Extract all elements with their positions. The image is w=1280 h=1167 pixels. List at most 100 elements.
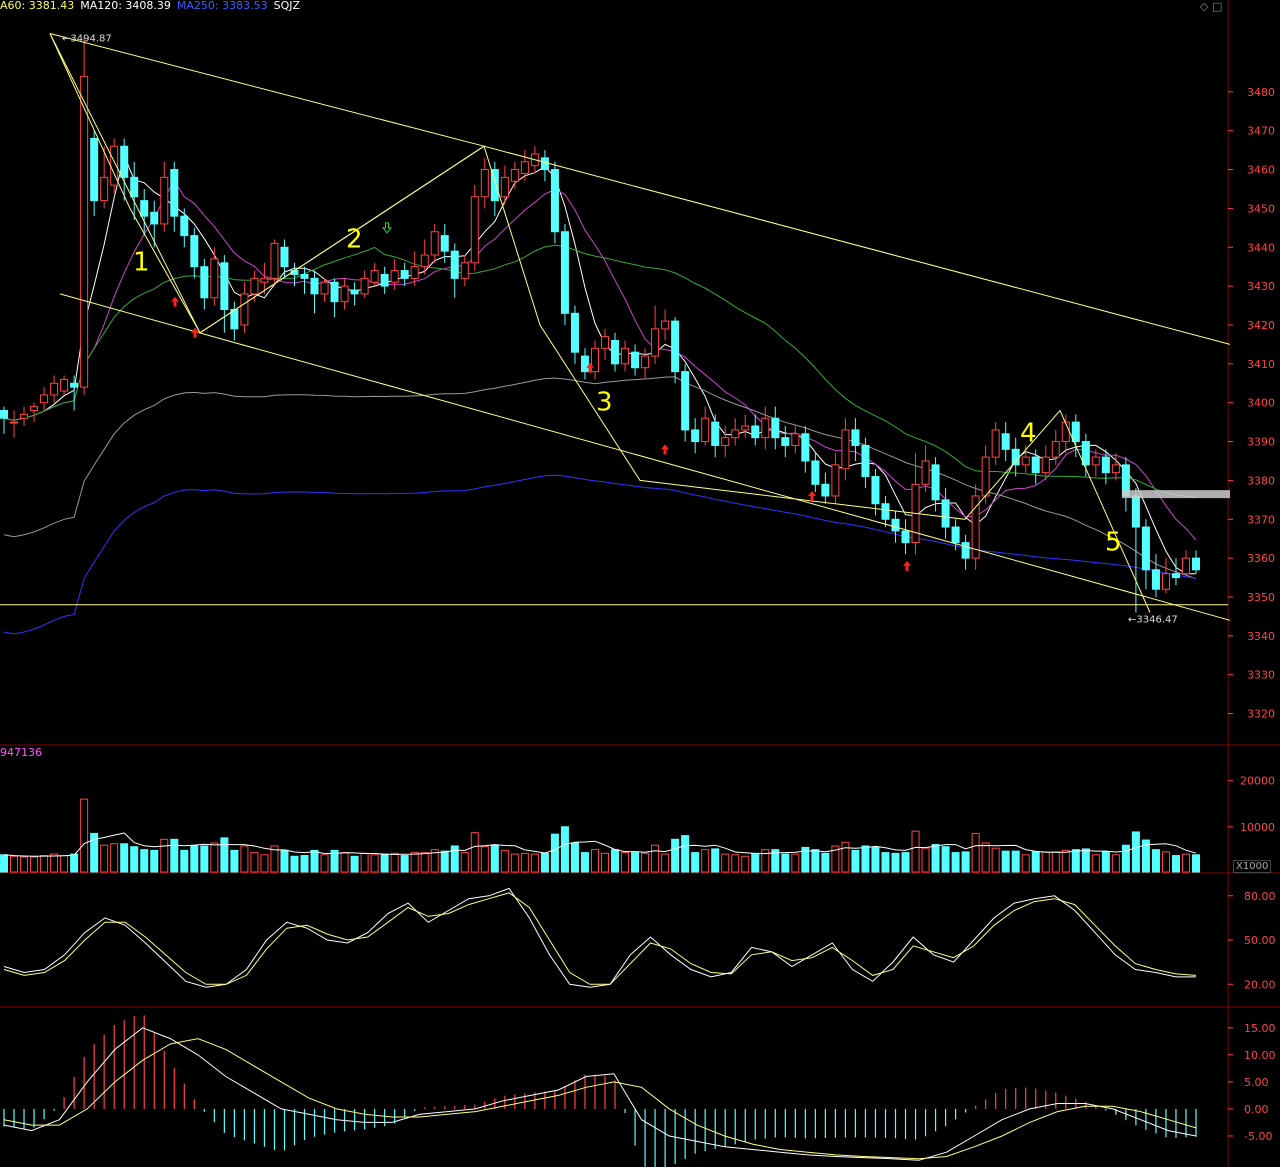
candle-body bbox=[320, 281, 329, 295]
candle-body bbox=[500, 176, 509, 198]
candle-body bbox=[390, 270, 399, 283]
candle-body bbox=[1031, 456, 1040, 474]
ma60-label: A60: 3381.43 bbox=[0, 0, 75, 12]
candle-body bbox=[460, 262, 469, 279]
volume-bar bbox=[250, 852, 259, 873]
candle-body bbox=[250, 277, 259, 295]
macd-tick-label: 10.00 bbox=[1244, 1049, 1276, 1062]
price-tick-label: 3450 bbox=[1247, 202, 1275, 215]
candle-body bbox=[871, 476, 880, 505]
candle-body bbox=[260, 277, 269, 283]
price-tick-label: 3380 bbox=[1247, 474, 1275, 487]
volume-bar bbox=[130, 846, 139, 873]
volume-bar bbox=[1031, 851, 1040, 873]
volume-bar bbox=[1131, 831, 1140, 873]
volume-bar bbox=[1101, 851, 1110, 873]
candle-body bbox=[410, 266, 419, 279]
candle-body bbox=[651, 328, 660, 357]
volume-bar bbox=[290, 855, 299, 873]
price-tick-label: 3320 bbox=[1247, 708, 1275, 721]
candle-body bbox=[450, 250, 459, 279]
volume-bar bbox=[280, 849, 289, 873]
candle-body bbox=[370, 270, 379, 283]
volume-bar bbox=[1011, 850, 1020, 873]
candle-body bbox=[921, 460, 930, 485]
candle-body bbox=[791, 433, 800, 446]
volume-bar bbox=[40, 855, 49, 873]
volume-bar bbox=[440, 850, 449, 873]
volume-bar bbox=[480, 846, 489, 873]
volume-bar bbox=[360, 852, 369, 873]
volume-bar bbox=[510, 853, 519, 873]
volume-bar bbox=[160, 838, 169, 873]
candle-body bbox=[1011, 448, 1020, 466]
candle-body bbox=[811, 460, 820, 485]
volume-bar bbox=[470, 832, 479, 873]
candle-body bbox=[210, 258, 219, 299]
diamond-icon[interactable]: ◇ bbox=[1200, 0, 1208, 13]
volume-bar bbox=[1051, 851, 1060, 873]
volume-bar bbox=[460, 852, 469, 873]
stock-chart[interactable]: 3320333033403350336033703380339034003410… bbox=[0, 0, 1280, 1167]
osc-line bbox=[3, 892, 1197, 985]
candle-body bbox=[641, 355, 650, 369]
up-arrow-icon bbox=[808, 490, 816, 501]
candle-body bbox=[1051, 441, 1060, 458]
volume-bar bbox=[661, 853, 670, 873]
candle-body bbox=[831, 464, 840, 497]
macd-tick-label: 5.00 bbox=[1244, 1076, 1269, 1089]
candle-body bbox=[801, 433, 810, 462]
volume-bar bbox=[180, 849, 189, 873]
square-icon[interactable]: □ bbox=[1212, 0, 1222, 13]
price-tick-label: 3440 bbox=[1247, 241, 1275, 254]
volume-bar bbox=[50, 853, 59, 873]
volume-bar bbox=[901, 852, 910, 873]
wave-label: 4 bbox=[1020, 419, 1037, 449]
candle-body bbox=[1081, 441, 1090, 466]
candle-body bbox=[951, 526, 960, 544]
candle-body bbox=[510, 169, 519, 182]
price-tick-label: 3340 bbox=[1247, 630, 1275, 643]
candle-body bbox=[170, 169, 179, 217]
candle-body bbox=[90, 137, 99, 202]
volume-bar bbox=[611, 849, 620, 873]
candle-body bbox=[901, 530, 910, 544]
candle-body bbox=[310, 277, 319, 295]
candle-body bbox=[150, 211, 159, 225]
volume-bar bbox=[971, 832, 980, 873]
candle-body bbox=[761, 417, 770, 439]
volume-unit-label: X1000 bbox=[1233, 860, 1272, 873]
candle-body bbox=[601, 336, 610, 349]
candle-body bbox=[350, 289, 359, 295]
volume-bar bbox=[10, 855, 19, 873]
candle-body bbox=[1141, 526, 1150, 571]
candle-body bbox=[160, 176, 169, 225]
corner-icons[interactable]: ◇ □ bbox=[1200, 0, 1222, 13]
volume-bar bbox=[711, 848, 720, 873]
candle-body bbox=[190, 235, 199, 268]
volume-bar bbox=[1121, 844, 1130, 873]
candle-body bbox=[771, 417, 780, 439]
volume-bar bbox=[1081, 848, 1090, 873]
ma120-label: MA120: 3408.39 bbox=[80, 0, 171, 12]
candle-body bbox=[0, 409, 9, 419]
high-label: ←3494.87 bbox=[62, 33, 112, 44]
candle-body bbox=[270, 242, 279, 279]
volume-bar bbox=[731, 854, 740, 873]
candle-body bbox=[10, 421, 19, 424]
volume-bar bbox=[751, 852, 760, 873]
candle-body bbox=[751, 425, 760, 439]
candle-body bbox=[140, 200, 149, 217]
candle-body bbox=[1021, 456, 1030, 466]
volume-bar bbox=[1151, 849, 1160, 873]
volume-bar bbox=[590, 849, 599, 873]
volume-bar bbox=[741, 855, 750, 873]
candle-body bbox=[741, 425, 750, 431]
candle-body bbox=[701, 417, 710, 443]
down-arrow-icon bbox=[381, 222, 393, 234]
candle-body bbox=[841, 429, 850, 470]
price-tick-label: 3400 bbox=[1247, 397, 1275, 410]
volume-bar bbox=[550, 833, 559, 873]
volume-bar bbox=[601, 852, 610, 873]
volume-bar bbox=[420, 852, 429, 873]
